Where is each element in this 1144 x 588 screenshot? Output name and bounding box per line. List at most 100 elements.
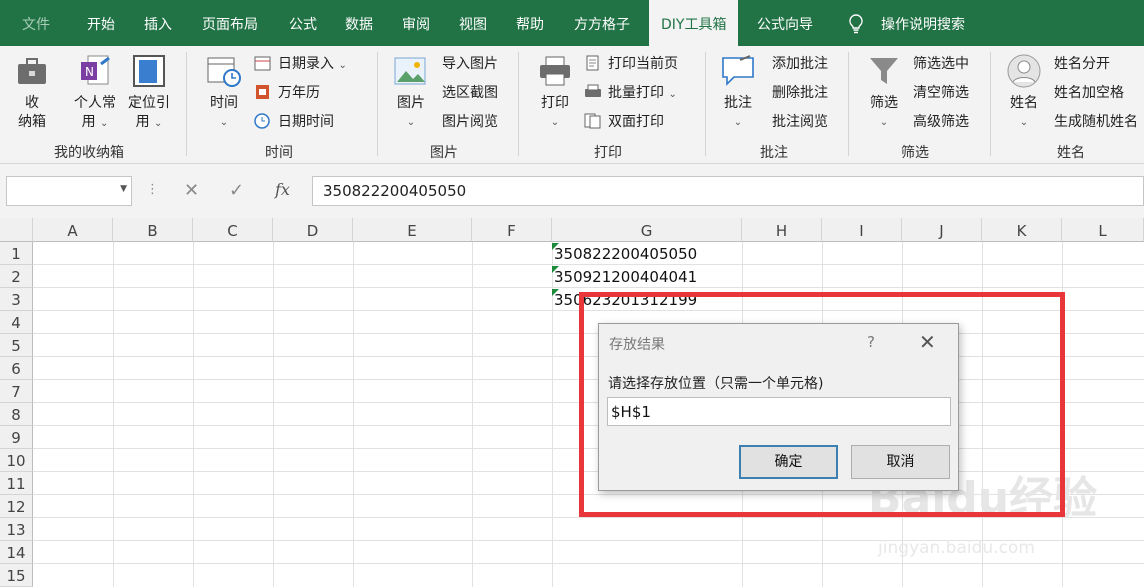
delete-comment-button[interactable]: 删除批注: [772, 84, 828, 102]
column-header-j[interactable]: J: [902, 218, 982, 242]
row-header-7[interactable]: 7: [0, 380, 33, 403]
lightbulb-icon[interactable]: [848, 14, 864, 38]
row-header-15[interactable]: 15: [0, 564, 33, 587]
tab-file[interactable]: 文件: [22, 0, 50, 46]
filter-button[interactable]: 筛选 ⌄: [866, 54, 902, 132]
split-name-button[interactable]: 姓名分开: [1054, 55, 1110, 73]
calendar-icon: [254, 55, 272, 71]
image-browse-button[interactable]: 图片阅览: [442, 113, 498, 131]
locate-icon: [131, 54, 167, 88]
enter-check-icon[interactable]: ✓: [229, 180, 244, 201]
ok-button[interactable]: 确定: [739, 445, 838, 479]
row-header-13[interactable]: 13: [0, 518, 33, 541]
comment-browse-button[interactable]: 批注阅览: [772, 113, 828, 131]
column-header-l[interactable]: L: [1062, 218, 1144, 242]
group-label-image: 图片: [430, 145, 458, 161]
row-header-11[interactable]: 11: [0, 472, 33, 495]
tab-data[interactable]: 数据: [345, 0, 373, 46]
column-header-d[interactable]: D: [273, 218, 353, 242]
import-image-button[interactable]: 导入图片: [442, 55, 498, 73]
tab-help[interactable]: 帮助: [516, 0, 544, 46]
add-comment-button[interactable]: 添加批注: [772, 55, 828, 73]
tab-formulas[interactable]: 公式: [289, 0, 317, 46]
column-header-h[interactable]: H: [742, 218, 822, 242]
duplex-print-button[interactable]: 双面打印: [584, 113, 664, 131]
row-header-5[interactable]: 5: [0, 334, 33, 357]
cancel-button[interactable]: 取消: [851, 445, 950, 479]
column-header-i[interactable]: I: [822, 218, 902, 242]
grip-icon: ⋮: [146, 182, 159, 197]
help-icon[interactable]: ?: [867, 333, 875, 351]
duplex-icon: [584, 113, 602, 129]
row-header-14[interactable]: 14: [0, 541, 33, 564]
printer-icon: [537, 54, 573, 88]
row-header-8[interactable]: 8: [0, 403, 33, 426]
print-label: 打印: [541, 95, 569, 111]
receive-label-2: 纳箱: [18, 114, 46, 130]
formula-input[interactable]: 350822200405050: [312, 176, 1144, 206]
tab-diy-toolbox[interactable]: DIY工具箱: [649, 0, 739, 46]
row-header-3[interactable]: 3: [0, 288, 33, 311]
comment-button[interactable]: 批注 ⌄: [720, 54, 756, 132]
image-browse-label: 图片阅览: [442, 114, 498, 130]
print-current-page-button[interactable]: 打印当前页: [584, 55, 678, 73]
tab-formula-wizard[interactable]: 公式向导: [757, 0, 813, 46]
column-header-b[interactable]: B: [113, 218, 193, 242]
date-entry-button[interactable]: 日期录入 ⌄: [254, 55, 347, 75]
cancel-icon[interactable]: ✕: [184, 180, 199, 201]
row-header-2[interactable]: 2: [0, 265, 33, 288]
row-header-4[interactable]: 4: [0, 311, 33, 334]
tab-page-layout[interactable]: 页面布局: [202, 0, 258, 46]
row-header-1[interactable]: 1: [0, 242, 33, 265]
clear-filter-button[interactable]: 清空筛选: [913, 84, 969, 102]
column-header-e[interactable]: E: [353, 218, 472, 242]
group-label-storage: 我的收纳箱: [54, 145, 124, 161]
date-time-button[interactable]: 日期时间: [254, 113, 334, 131]
row-header-6[interactable]: 6: [0, 357, 33, 380]
image-button[interactable]: 图片 ⌄: [393, 54, 429, 132]
tab-view[interactable]: 视图: [459, 0, 487, 46]
column-header-k[interactable]: K: [982, 218, 1062, 242]
store-result-dialog: 存放结果 ? ✕ 请选择存放位置（只需一个单元格) 确定 取消: [598, 323, 959, 491]
batch-print-button[interactable]: 批量打印 ⌄: [584, 84, 677, 104]
column-header-f[interactable]: F: [472, 218, 552, 242]
chevron-down-icon: ⌄: [100, 118, 109, 129]
chevron-down-icon: ⌄: [1019, 117, 1029, 128]
name-add-space-button[interactable]: 姓名加空格: [1054, 84, 1124, 102]
insert-function-icon[interactable]: fx: [275, 180, 290, 199]
row-header-10[interactable]: 10: [0, 449, 33, 472]
dialog-prompt: 请选择存放位置（只需一个单元格): [608, 376, 824, 392]
tell-me-search[interactable]: 操作说明搜索: [881, 0, 965, 46]
almanac-icon: [254, 84, 272, 100]
filter-selected-button[interactable]: 筛选选中: [913, 55, 969, 73]
range-screenshot-button[interactable]: 选区截图: [442, 84, 498, 102]
personal-common-button[interactable]: N 个人常 用 ⌄: [74, 54, 116, 133]
cell-g2[interactable]: 350921200404041: [554, 268, 697, 286]
target-cell-input[interactable]: [607, 397, 951, 426]
print-button[interactable]: 打印 ⌄: [537, 54, 573, 132]
name-button[interactable]: 姓名 ⌄: [1006, 54, 1042, 132]
cell-g1[interactable]: 350822200405050: [554, 245, 697, 263]
tab-home[interactable]: 开始: [87, 0, 115, 46]
locate-reference-button[interactable]: 定位引 用 ⌄: [128, 54, 170, 133]
dropdown-icon[interactable]: ▼: [120, 184, 127, 194]
column-header-c[interactable]: C: [193, 218, 273, 242]
tab-review[interactable]: 审阅: [402, 0, 430, 46]
row-header-9[interactable]: 9: [0, 426, 33, 449]
advanced-filter-button[interactable]: 高级筛选: [913, 113, 969, 131]
column-header-a[interactable]: A: [33, 218, 113, 242]
column-header-g[interactable]: G: [552, 218, 742, 242]
row-header-12[interactable]: 12: [0, 495, 33, 518]
name-box[interactable]: ▼: [6, 176, 132, 206]
datetime-label: 日期时间: [278, 114, 334, 130]
time-button[interactable]: 时间 ⌄: [206, 54, 242, 132]
group-label-name: 姓名: [1057, 145, 1085, 161]
perpetual-calendar-button[interactable]: 万年历: [254, 84, 320, 102]
select-all-corner[interactable]: [0, 218, 33, 242]
tab-insert[interactable]: 插入: [144, 0, 172, 46]
close-icon[interactable]: ✕: [919, 330, 936, 354]
filter-selected-label: 筛选选中: [913, 56, 969, 72]
random-name-button[interactable]: 生成随机姓名: [1054, 113, 1138, 131]
receive-box-button[interactable]: 收 纳箱: [14, 54, 50, 132]
tab-fangfang[interactable]: 方方格子: [574, 0, 630, 46]
